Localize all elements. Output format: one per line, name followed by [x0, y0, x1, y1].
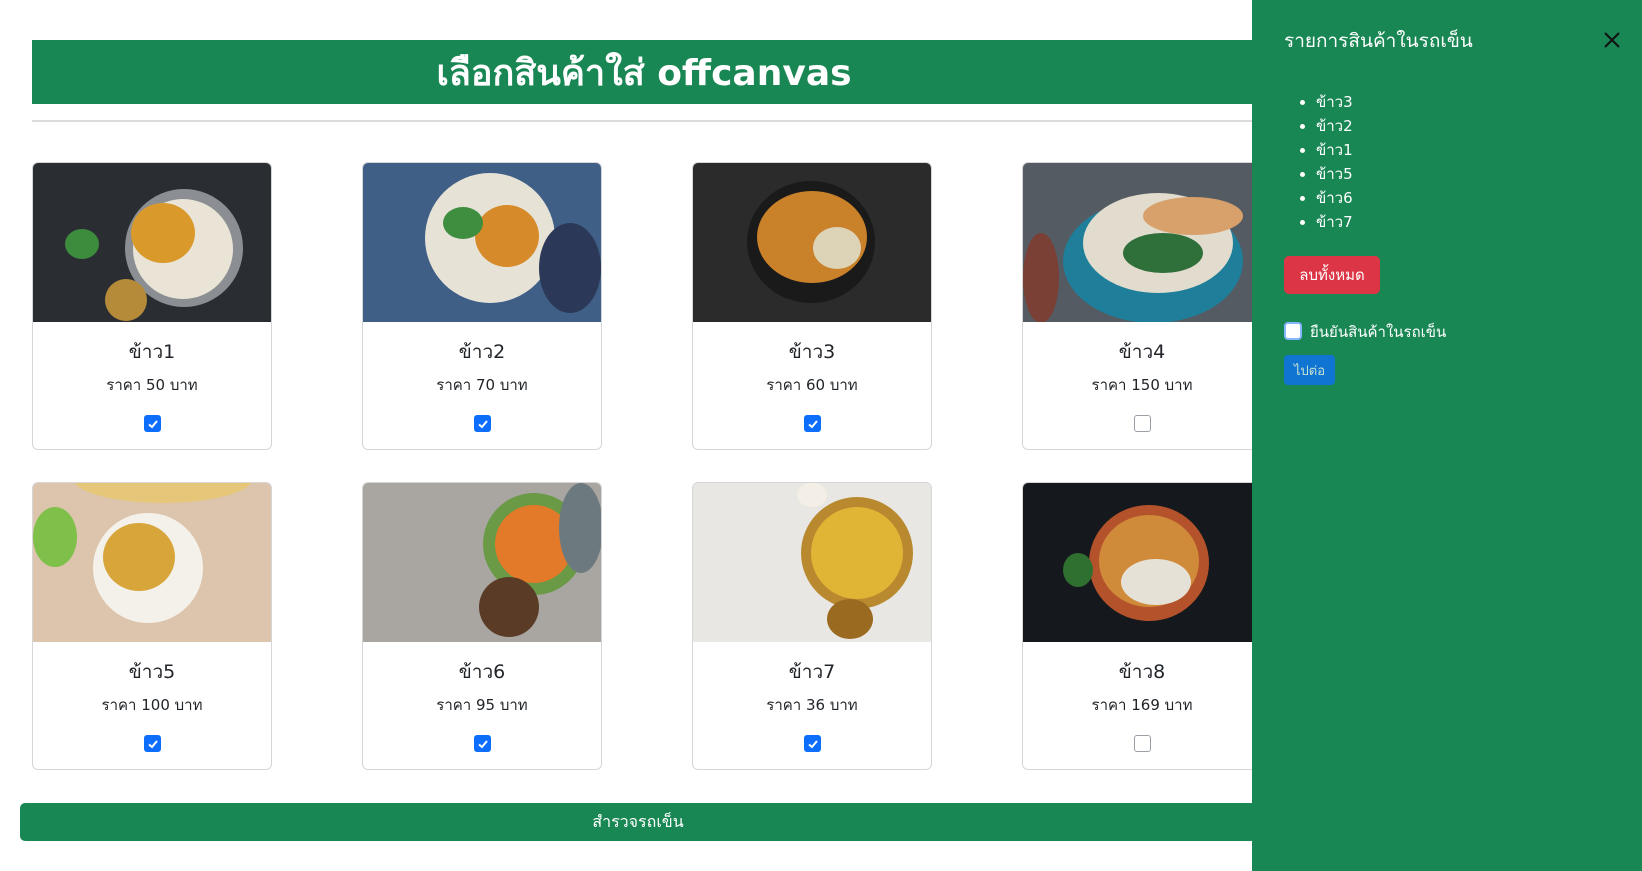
product-image-1	[33, 163, 271, 322]
cart-item: ข้าว1	[1316, 138, 1353, 162]
product-name: ข้าว5	[128, 661, 176, 683]
header-divider	[32, 120, 1256, 122]
product-checkbox-2[interactable]	[474, 415, 491, 432]
product-image-2	[363, 163, 601, 322]
product-card-5: ข้าว5 ราคา 100 บาท	[32, 482, 272, 770]
product-price: ราคา 36 บาท	[766, 696, 858, 714]
confirm-cart-label: ยืนยันสินค้าในรถเข็น	[1310, 323, 1447, 341]
product-price: ราคา 95 บาท	[436, 696, 528, 714]
product-price: ราคา 70 บาท	[436, 376, 528, 394]
offcanvas-title: รายการสินค้าในรถเข็น	[1284, 30, 1473, 52]
page: เลือกสินค้าใส่ offcanvas ข้าว1 ราคา 50 บ…	[0, 0, 1642, 871]
product-checkbox-7[interactable]	[804, 735, 821, 752]
product-checkbox-5[interactable]	[144, 735, 161, 752]
cart-item: ข้าว2	[1316, 114, 1353, 138]
confirm-cart-checkbox[interactable]	[1284, 322, 1302, 340]
product-name: ข้าว2	[458, 341, 506, 363]
view-cart-button[interactable]: สำรวจรถเข็น	[20, 803, 1256, 841]
product-image-3	[693, 163, 931, 322]
delete-all-button[interactable]: ลบทั้งหมด	[1284, 256, 1380, 294]
cart-item: ข้าว6	[1316, 186, 1353, 210]
product-name: ข้าว7	[788, 661, 836, 683]
product-checkbox-6[interactable]	[474, 735, 491, 752]
next-button[interactable]: ไปต่อ	[1284, 355, 1335, 385]
product-card-7: ข้าว7 ราคา 36 บาท	[692, 482, 932, 770]
checkmark-icon	[147, 419, 158, 428]
cart-item: ข้าว3	[1316, 90, 1353, 114]
product-image-7	[693, 483, 931, 642]
close-icon[interactable]	[1600, 28, 1624, 52]
product-price: ราคา 50 บาท	[106, 376, 198, 394]
product-checkbox-1[interactable]	[144, 415, 161, 432]
product-price: ราคา 60 บาท	[766, 376, 858, 394]
page-title: เลือกสินค้าใส่ offcanvas	[32, 40, 1256, 104]
product-name: ข้าว8	[1118, 661, 1166, 683]
product-name: ข้าว4	[1118, 341, 1166, 363]
product-card-4: ข้าว4 ราคา 150 บาท	[1022, 162, 1262, 450]
product-name: ข้าว1	[128, 341, 176, 363]
product-checkbox-3[interactable]	[804, 415, 821, 432]
product-card-3: ข้าว3 ราคา 60 บาท	[692, 162, 932, 450]
product-checkbox-8[interactable]	[1134, 735, 1151, 752]
checkmark-icon	[807, 739, 818, 748]
checkmark-icon	[477, 739, 488, 748]
product-card-6: ข้าว6 ราคา 95 บาท	[362, 482, 602, 770]
checkmark-icon	[477, 419, 488, 428]
product-image-8	[1023, 483, 1261, 642]
product-price: ราคา 169 บาท	[1091, 696, 1193, 714]
checkmark-icon	[147, 739, 158, 748]
cart-item: ข้าว7	[1316, 210, 1353, 234]
product-price: ราคา 100 บาท	[101, 696, 203, 714]
cart-items-list: ข้าว3 ข้าว2 ข้าว1 ข้าว5 ข้าว6 ข้าว7	[1316, 90, 1353, 234]
product-name: ข้าว3	[788, 341, 836, 363]
product-image-6	[363, 483, 601, 642]
product-name: ข้าว6	[458, 661, 506, 683]
product-card-1: ข้าว1 ราคา 50 บาท	[32, 162, 272, 450]
checkmark-icon	[807, 419, 818, 428]
product-image-5	[33, 483, 271, 642]
cart-offcanvas: รายการสินค้าในรถเข็น ข้าว3 ข้าว2 ข้าว1 ข…	[1252, 0, 1642, 871]
product-card-2: ข้าว2 ราคา 70 บาท	[362, 162, 602, 450]
product-card-8: ข้าว8 ราคา 169 บาท	[1022, 482, 1262, 770]
product-checkbox-4[interactable]	[1134, 415, 1151, 432]
cart-item: ข้าว5	[1316, 162, 1353, 186]
product-price: ราคา 150 บาท	[1091, 376, 1193, 394]
product-image-4	[1023, 163, 1261, 322]
